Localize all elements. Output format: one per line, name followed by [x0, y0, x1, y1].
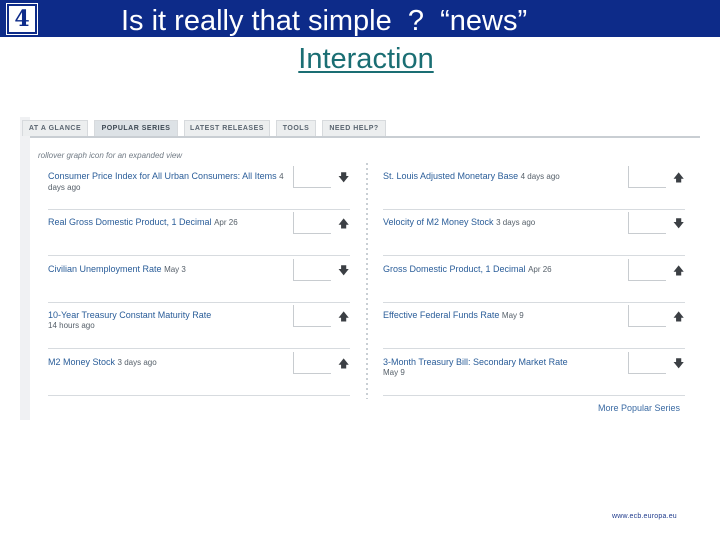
series-row: St. Louis Adjusted Monetary Base 4 days … [383, 166, 685, 210]
series-row: Effective Federal Funds Rate May 9 🡅 [383, 305, 685, 349]
series-link[interactable]: 10-Year Treasury Constant Maturity Rate 1… [48, 310, 284, 331]
series-updated: 14 hours ago [48, 321, 95, 330]
series-name[interactable]: St. Louis Adjusted Monetary Base [383, 171, 518, 181]
arrow-up-icon: 🡅 [338, 311, 350, 323]
series-row: Velocity of M2 Money Stock 3 days ago 🡇 [383, 212, 685, 256]
tab-need-help[interactable]: NEED HELP? [322, 120, 386, 136]
series-link[interactable]: Velocity of M2 Money Stock 3 days ago [383, 217, 619, 228]
arrow-down-icon: 🡇 [673, 358, 685, 370]
series-row: Consumer Price Index for All Urban Consu… [48, 166, 350, 210]
series-name[interactable]: 10-Year Treasury Constant Maturity Rate [48, 310, 211, 320]
widget-left-edge [20, 117, 30, 420]
tab-popular-series[interactable]: POPULAR SERIES [94, 120, 178, 136]
graph-icon[interactable] [628, 259, 666, 281]
arrow-up-icon: 🡅 [673, 265, 685, 277]
arrow-up-icon: 🡅 [338, 358, 350, 370]
slide-title: Is it really that simple ? “news” [121, 5, 528, 37]
series-row: Real Gross Domestic Product, 1 Decimal A… [48, 212, 350, 256]
series-name[interactable]: Effective Federal Funds Rate [383, 310, 499, 320]
series-row: 10-Year Treasury Constant Maturity Rate 1… [48, 305, 350, 349]
graph-icon[interactable] [628, 305, 666, 327]
arrow-down-icon: 🡇 [673, 218, 685, 230]
series-updated: Apr 26 [214, 218, 238, 227]
series-name[interactable]: Consumer Price Index for All Urban Consu… [48, 171, 277, 181]
series-updated: 3 days ago [496, 218, 536, 227]
graph-icon[interactable] [628, 212, 666, 234]
series-name[interactable]: M2 Money Stock [48, 357, 115, 367]
footer-url[interactable]: www.ecb.europa.eu [612, 513, 677, 520]
series-link[interactable]: M2 Money Stock 3 days ago [48, 357, 284, 368]
tab-tools[interactable]: TOOLS [276, 120, 316, 136]
series-row: Civilian Unemployment Rate May 3 🡇 [48, 259, 350, 303]
series-link[interactable]: Gross Domestic Product, 1 Decimal Apr 26 [383, 264, 619, 275]
series-updated: May 3 [164, 265, 186, 274]
series-name[interactable]: Real Gross Domestic Product, 1 Decimal [48, 217, 212, 227]
series-link[interactable]: St. Louis Adjusted Monetary Base 4 days … [383, 171, 619, 182]
graph-icon[interactable] [293, 259, 331, 281]
series-link[interactable]: Consumer Price Index for All Urban Consu… [48, 171, 284, 193]
series-link[interactable]: Real Gross Domestic Product, 1 Decimal A… [48, 217, 284, 228]
series-updated: May 9 [383, 368, 405, 377]
series-name[interactable]: Velocity of M2 Money Stock [383, 217, 494, 227]
series-name[interactable]: Gross Domestic Product, 1 Decimal [383, 264, 526, 274]
arrow-down-icon: 🡇 [338, 172, 350, 184]
series-row: M2 Money Stock 3 days ago 🡅 [48, 352, 350, 396]
more-popular-series-link[interactable]: More Popular Series [598, 403, 680, 413]
series-link[interactable]: Civilian Unemployment Rate May 3 [48, 264, 284, 275]
graph-icon[interactable] [293, 166, 331, 188]
arrow-down-icon: 🡇 [338, 265, 350, 277]
arrow-up-icon: 🡅 [673, 172, 685, 184]
graph-icon[interactable] [293, 305, 331, 327]
graph-icon[interactable] [293, 352, 331, 374]
arrow-up-icon: 🡅 [338, 218, 350, 230]
rollover-hint: rollover graph icon for an expanded view [38, 151, 183, 160]
graph-icon[interactable] [628, 352, 666, 374]
tab-at-a-glance[interactable]: AT A GLANCE [22, 120, 88, 136]
column-divider [366, 163, 368, 399]
interaction-link[interactable]: Interaction [298, 43, 433, 75]
graph-icon[interactable] [628, 166, 666, 188]
series-updated: 4 days ago [520, 172, 560, 181]
series-name[interactable]: 3-Month Treasury Bill: Secondary Market … [383, 357, 568, 367]
series-link[interactable]: 3-Month Treasury Bill: Secondary Market … [383, 357, 619, 378]
arrow-up-icon: 🡅 [673, 311, 685, 323]
series-link[interactable]: Effective Federal Funds Rate May 9 [383, 310, 619, 321]
tab-latest-releases[interactable]: LATEST RELEASES [184, 120, 270, 136]
series-row: 3-Month Treasury Bill: Secondary Market … [383, 352, 685, 396]
series-updated: Apr 26 [528, 265, 552, 274]
series-updated: 3 days ago [117, 358, 157, 367]
graph-icon[interactable] [293, 212, 331, 234]
series-name[interactable]: Civilian Unemployment Rate [48, 264, 162, 274]
slide-number: 4 [6, 3, 38, 35]
series-updated: May 9 [501, 311, 524, 320]
slide-subtitle: Interaction [0, 41, 720, 77]
series-row: Gross Domestic Product, 1 Decimal Apr 26… [383, 259, 685, 303]
